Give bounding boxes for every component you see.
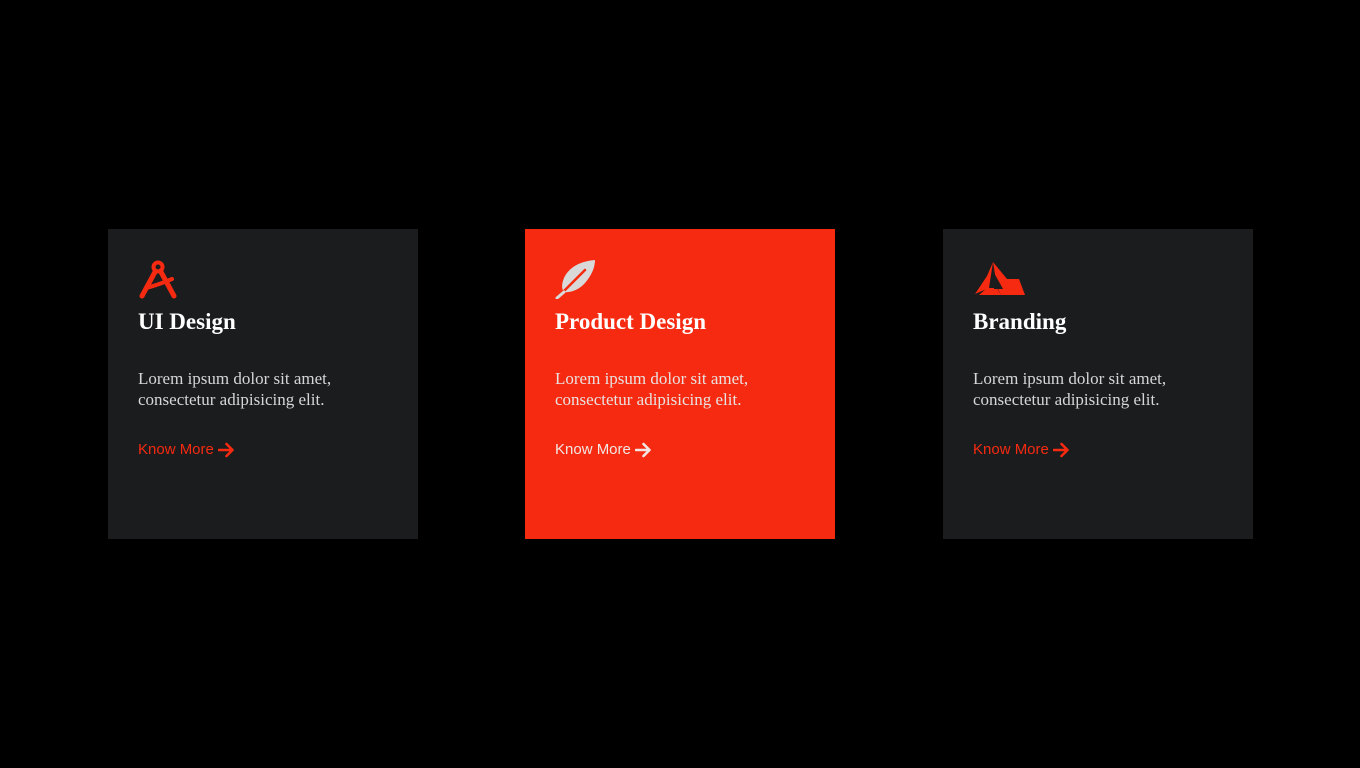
card-description: Lorem ipsum dolor sit amet, consectetur … [138, 369, 332, 409]
feather-icon [555, 259, 599, 299]
card-title: Product Design [555, 309, 706, 334]
know-more-link[interactable]: Know More [973, 441, 1070, 458]
know-more-label: Know More [138, 441, 214, 458]
know-more-link[interactable]: Know More [138, 441, 235, 458]
card-description: Lorem ipsum dolor sit amet, consectetur … [973, 369, 1167, 409]
arrow-right-icon [634, 442, 652, 458]
know-more-label: Know More [973, 441, 1049, 458]
arrow-right-icon [1052, 442, 1070, 458]
service-card-branding: Branding Lorem ipsum dolor sit amet, con… [943, 229, 1253, 539]
drafting-compass-icon [138, 259, 182, 299]
know-more-link[interactable]: Know More [555, 441, 652, 458]
card-title: Branding [973, 309, 1067, 334]
arrow-right-icon [217, 442, 235, 458]
service-card-product-design: Product Design Lorem ipsum dolor sit ame… [525, 229, 835, 539]
card-description: Lorem ipsum dolor sit amet, consectetur … [555, 369, 749, 409]
brand-logo-icon [973, 259, 1025, 299]
services-section: UI Design Lorem ipsum dolor sit amet, co… [0, 0, 1360, 768]
card-title: UI Design [138, 309, 236, 334]
service-card-ui-design: UI Design Lorem ipsum dolor sit amet, co… [108, 229, 418, 539]
know-more-label: Know More [555, 441, 631, 458]
